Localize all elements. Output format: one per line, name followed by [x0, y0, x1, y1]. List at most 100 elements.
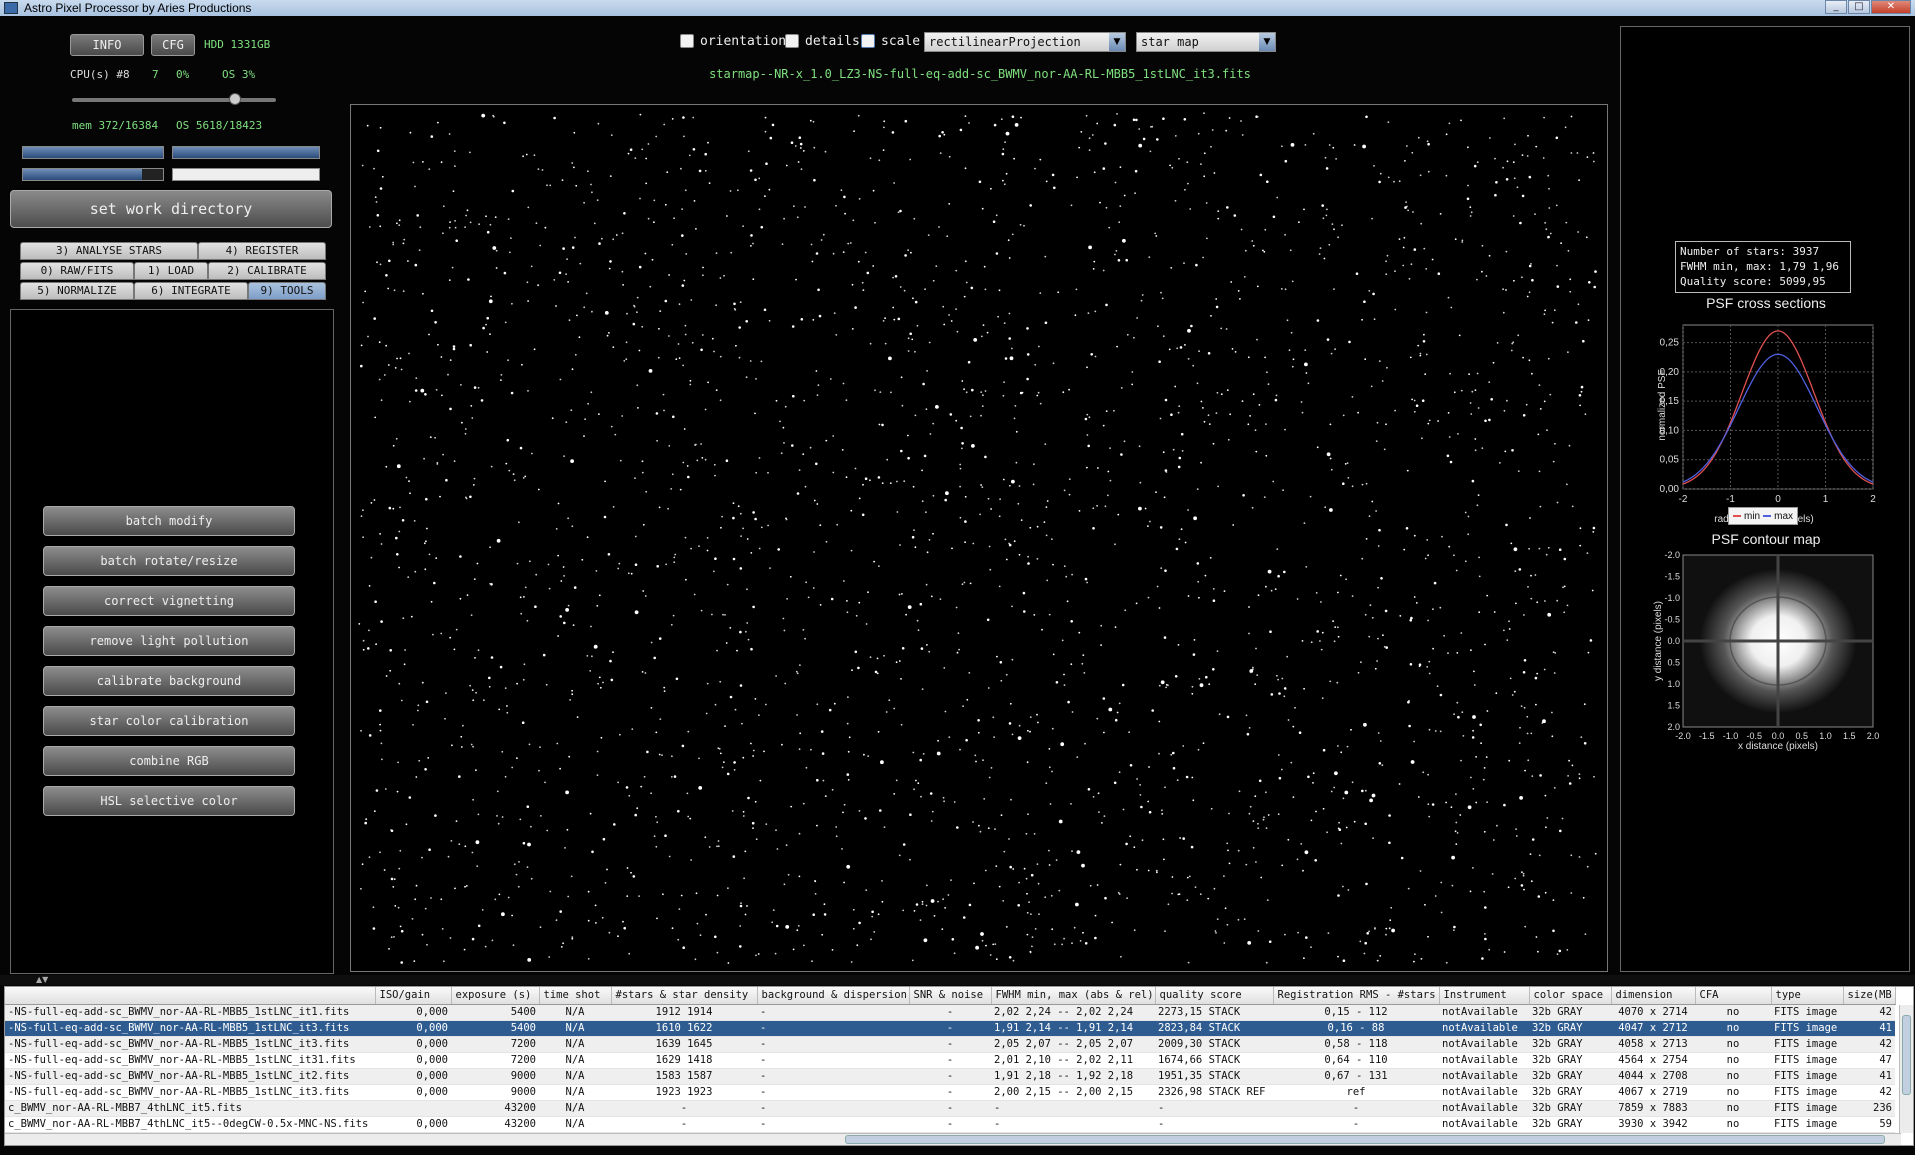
psf-cross-title: PSF cross sections — [1706, 295, 1826, 311]
tab-normalize[interactable]: 5) NORMALIZE — [20, 282, 134, 300]
tab-analyse-stars[interactable]: 3) ANALYSE STARS — [20, 242, 198, 260]
tab-register[interactable]: 4) REGISTER — [198, 242, 326, 260]
table-cell: no — [1695, 1084, 1771, 1101]
table-cell: 7859 x 7883 — [1611, 1100, 1695, 1117]
table-cell: 41 — [1843, 1068, 1895, 1085]
table-cell: 236 — [1843, 1100, 1895, 1117]
projection-select[interactable]: rectilinearProjection ▼ — [924, 32, 1126, 52]
table-cell: - — [757, 1036, 909, 1053]
table-cell: 1,91 2,18 -- 1,92 2,18 — [991, 1068, 1155, 1085]
view-mode-select[interactable]: star map ▼ — [1136, 32, 1276, 52]
table-cell: - — [757, 1004, 909, 1021]
title-bar: Astro Pixel Processor by Aries Productio… — [0, 0, 1915, 16]
thread-slider[interactable] — [72, 93, 276, 105]
x-tick-label: 1 — [1823, 494, 1829, 505]
table-cell: - — [909, 1036, 991, 1053]
remove-light-pollution-button[interactable]: remove light pollution — [43, 626, 295, 656]
contour-x-tick: -2.0 — [1675, 731, 1691, 741]
table-cell: 4058 x 2713 — [1611, 1036, 1695, 1053]
combine-rgb-button[interactable]: combine RGB — [43, 746, 295, 776]
minimize-button[interactable]: _ — [1825, 0, 1847, 14]
table-cell: 2,05 2,07 -- 2,05 2,07 — [991, 1036, 1155, 1053]
table-row[interactable]: -NS-full-eq-add-sc_BWMV_nor-AA-RL-MBB5_1… — [5, 1068, 1895, 1085]
column-header[interactable]: background & dispersion — [757, 987, 910, 1005]
star-color-calibration-button[interactable]: star color calibration — [43, 706, 295, 736]
column-header[interactable]: quality score — [1155, 987, 1274, 1005]
column-header[interactable]: FWHM min, max (abs & rel) — [991, 987, 1156, 1005]
column-header[interactable]: exposure (s) — [451, 987, 540, 1005]
column-header[interactable]: CFA — [1695, 987, 1772, 1005]
table-row[interactable]: c_BWMV_nor-AA-RL-MBB7_4thLNC_it5--0degCW… — [5, 1116, 1895, 1133]
table-row[interactable]: -NS-full-eq-add-sc_BWMV_nor-AA-RL-MBB5_1… — [5, 1052, 1895, 1069]
table-cell: - — [909, 1004, 991, 1021]
info-button[interactable]: INFO — [70, 34, 144, 56]
column-header[interactable]: Instrument — [1439, 987, 1530, 1005]
table-cell: 1951,35 STACK — [1155, 1068, 1273, 1085]
column-header[interactable]: SNR & noise — [909, 987, 992, 1005]
table-cell: 41 — [1843, 1020, 1895, 1037]
column-header[interactable]: time shot — [539, 987, 612, 1005]
table-row[interactable]: c_BWMV_nor-AA-RL-MBB7_4thLNC_it5.fits 432… — [5, 1100, 1895, 1117]
table-row[interactable]: -NS-full-eq-add-sc_BWMV_nor-AA-RL-MBB5_1… — [5, 1084, 1895, 1101]
contour-y-tick: 1.5 — [1667, 701, 1680, 711]
column-header[interactable]: Registration RMS - #stars — [1273, 987, 1440, 1005]
tab-integrate[interactable]: 6) INTEGRATE — [134, 282, 248, 300]
details-checkbox[interactable] — [785, 34, 799, 48]
batch-modify-button[interactable]: batch modify — [43, 506, 295, 536]
table-row[interactable]: -NS-full-eq-add-sc_BWMV_nor-AA-RL-MBB5_1… — [5, 1004, 1895, 1021]
slider-knob[interactable] — [229, 93, 242, 105]
column-header[interactable]: ISO/gain — [375, 987, 452, 1005]
table-cell: N/A — [539, 1100, 611, 1117]
column-header[interactable]: #stars & star density — [611, 987, 758, 1005]
close-button[interactable]: ✕ — [1871, 0, 1911, 14]
tab-calibrate[interactable]: 2) CALIBRATE — [208, 262, 326, 280]
table-cell: - — [909, 1100, 991, 1117]
hsl-selective-color-button[interactable]: HSL selective color — [43, 786, 295, 816]
horizontal-scrollbar[interactable] — [5, 1133, 1901, 1145]
table-cell: notAvailable — [1439, 1036, 1529, 1053]
maximize-button[interactable]: □ — [1848, 0, 1870, 14]
scale-checkbox[interactable] — [861, 34, 875, 48]
vertical-scrollbar[interactable] — [1899, 1005, 1913, 1133]
table-cell: - — [757, 1068, 909, 1085]
progress-fill — [23, 169, 142, 180]
table-cell: -NS-full-eq-add-sc_BWMV_nor-AA-RL-MBB5_1… — [5, 1004, 375, 1021]
table-row[interactable]: -NS-full-eq-add-sc_BWMV_nor-AA-RL-MBB5_1… — [5, 1020, 1895, 1037]
panel-splitter[interactable]: ▲▼ — [0, 975, 1915, 985]
orientation-checkbox[interactable] — [680, 34, 694, 48]
correct-vignetting-button[interactable]: correct vignetting — [43, 586, 295, 616]
tab-load[interactable]: 1) LOAD — [134, 262, 208, 280]
table-cell: 4067 x 2719 — [1611, 1084, 1695, 1101]
table-cell: 0,000 — [375, 1116, 451, 1133]
scroll-thumb[interactable] — [845, 1135, 1885, 1144]
column-header[interactable] — [5, 987, 376, 1005]
calibrate-background-button[interactable]: calibrate background — [43, 666, 295, 696]
table-cell: - — [991, 1100, 1155, 1117]
y-tick-label: 0,00 — [1660, 484, 1680, 495]
contour-y-tick: -1.5 — [1664, 572, 1680, 582]
table-cell: - — [909, 1052, 991, 1069]
progress-fill — [23, 147, 163, 158]
column-header[interactable]: dimension — [1611, 987, 1696, 1005]
table-row[interactable]: -NS-full-eq-add-sc_BWMV_nor-AA-RL-MBB5_1… — [5, 1036, 1895, 1053]
column-header[interactable]: type — [1771, 987, 1844, 1005]
table-cell: 1639 1645 — [611, 1036, 757, 1053]
column-header[interactable]: size(MB — [1843, 987, 1896, 1005]
scroll-thumb[interactable] — [1902, 1015, 1911, 1095]
tab-raw-fits[interactable]: 0) RAW/FITS — [20, 262, 134, 280]
table-cell: - — [909, 1084, 991, 1101]
table-cell: 32b GRAY — [1529, 1004, 1611, 1021]
table-cell: c_BWMV_nor-AA-RL-MBB7_4thLNC_it5.fits — [5, 1100, 375, 1117]
table-cell: -NS-full-eq-add-sc_BWMV_nor-AA-RL-MBB5_1… — [5, 1052, 375, 1069]
table-cell: 43200 — [451, 1116, 539, 1133]
tab-tools[interactable]: 9) TOOLS — [248, 282, 326, 300]
star-map-viewer[interactable] — [350, 104, 1608, 972]
table-cell: 43200 — [451, 1100, 539, 1117]
chevron-down-icon: ▼ — [1259, 33, 1275, 51]
column-header[interactable]: color space — [1529, 987, 1612, 1005]
set-work-directory-button[interactable]: set work directory — [10, 190, 332, 228]
table-cell: - — [1155, 1116, 1273, 1133]
batch-rotate-resize-button[interactable]: batch rotate/resize — [43, 546, 295, 576]
cfg-button[interactable]: CFG — [151, 34, 195, 56]
table-cell: - — [757, 1084, 909, 1101]
